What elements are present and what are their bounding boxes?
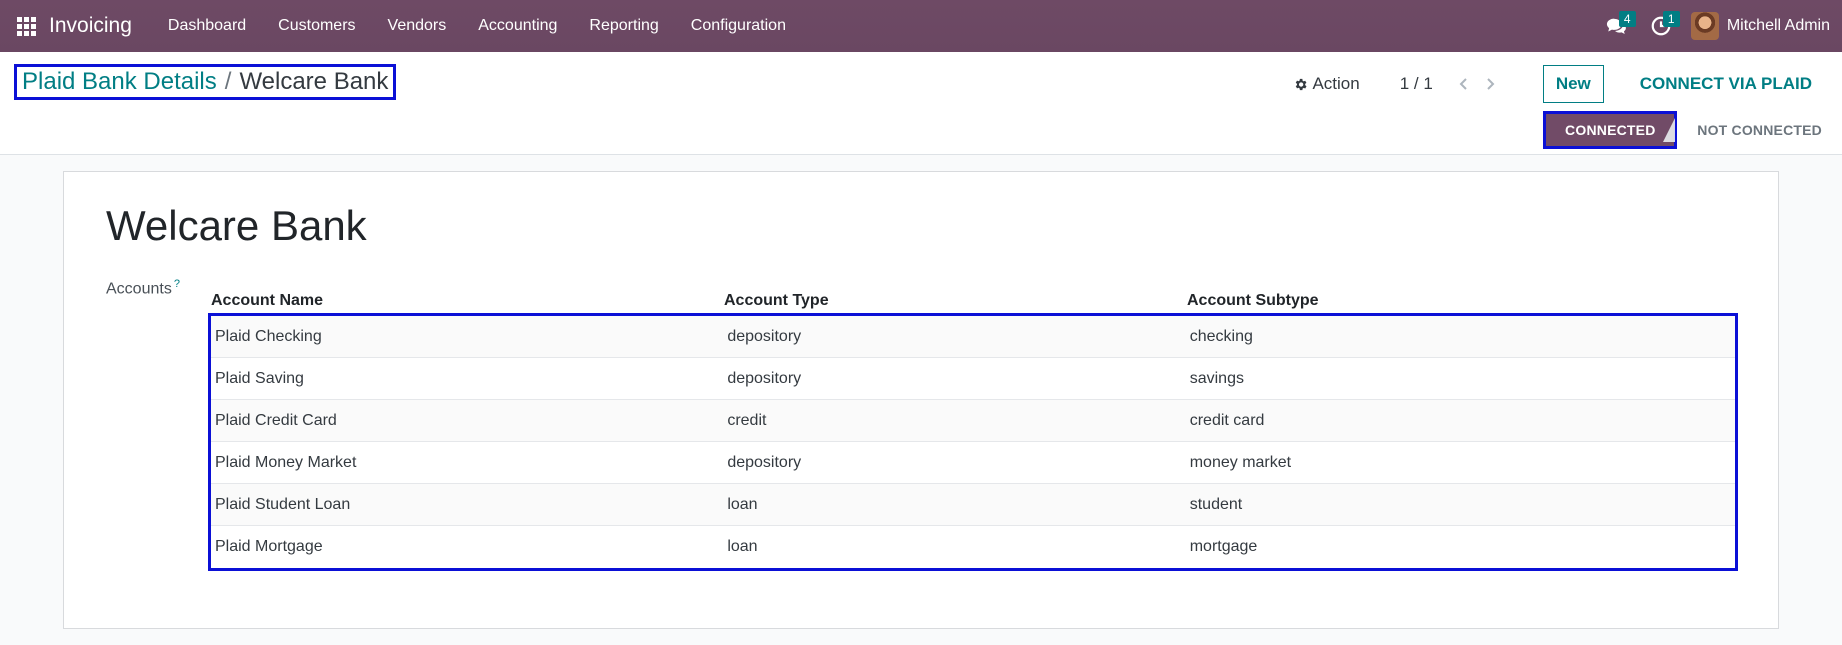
cell-account-subtype: checking: [1189, 327, 1253, 345]
cell-account-name: Plaid Checking: [215, 327, 322, 345]
menu-customers[interactable]: Customers: [262, 0, 371, 52]
cell-account-subtype: savings: [1189, 369, 1244, 387]
cell-account-name: Plaid Credit Card: [215, 411, 337, 429]
cell-account-subtype: mortgage: [1189, 538, 1258, 555]
cell-account-subtype: credit card: [1189, 411, 1265, 429]
chevron-right-icon[interactable]: [1483, 77, 1497, 91]
table-row[interactable]: Plaid Saving depository savings: [211, 358, 1735, 400]
cell-account-type: depository: [727, 369, 802, 387]
messages-count-badge: 4: [1618, 11, 1636, 27]
breadcrumb-parent-link[interactable]: Plaid Bank Details: [22, 68, 217, 96]
cell-account-type: loan: [727, 538, 758, 555]
breadcrumb: Plaid Bank Details / Welcare Bank: [14, 64, 397, 100]
status-connected[interactable]: CONNECTED: [1543, 111, 1678, 149]
top-navbar: Invoicing Dashboard Customers Vendors Ac…: [0, 0, 1842, 52]
cell-account-type: depository: [727, 327, 802, 345]
cell-account-name: Plaid Student Loan: [215, 495, 351, 513]
accounts-label: Accounts?: [106, 278, 180, 298]
column-account-subtype[interactable]: Account Subtype: [1183, 292, 1733, 310]
systray: 4 1 Mitchell Admin: [1595, 0, 1830, 52]
table-row[interactable]: Plaid Credit Card credit credit card: [211, 400, 1735, 442]
app-menu-icon[interactable]: [0, 0, 52, 52]
avatar[interactable]: [1690, 12, 1719, 40]
action-label: Action: [1312, 74, 1360, 93]
activities-button[interactable]: 1: [1639, 0, 1683, 52]
menu-reporting[interactable]: Reporting: [573, 0, 674, 52]
cell-account-type: credit: [727, 411, 767, 429]
column-account-type[interactable]: Account Type: [720, 292, 1183, 310]
table-row[interactable]: Plaid Student Loan loan student: [211, 484, 1735, 526]
breadcrumb-separator: /: [224, 68, 232, 95]
pager-value[interactable]: 1 / 1: [1400, 74, 1433, 94]
breadcrumb-current: Welcare Bank: [239, 68, 389, 95]
messages-button[interactable]: 4: [1595, 0, 1639, 52]
accounts-label-text: Accounts: [106, 280, 172, 298]
menu-accounting[interactable]: Accounting: [462, 0, 573, 52]
cell-account-subtype: money market: [1189, 453, 1292, 471]
record-title[interactable]: Welcare Bank: [106, 202, 367, 250]
cell-account-name: Plaid Money Market: [215, 453, 357, 471]
status-not-connected[interactable]: NOT CONNECTED: [1677, 111, 1842, 149]
cell-account-name: Plaid Saving: [215, 369, 304, 387]
cell-account-name: Plaid Mortgage: [215, 538, 323, 555]
menu-dashboard[interactable]: Dashboard: [152, 0, 262, 52]
form-sheet: Welcare Bank Accounts? Account Name Acco…: [63, 171, 1779, 629]
action-button[interactable]: Action: [1293, 74, 1360, 94]
activities-count-badge: 1: [1662, 11, 1680, 27]
pager: 1 / 1: [1400, 74, 1503, 94]
table-row[interactable]: Plaid Mortgage loan mortgage: [211, 526, 1735, 568]
help-icon[interactable]: ?: [174, 278, 180, 290]
cell-account-subtype: student: [1189, 495, 1243, 513]
status-bar: CONNECTED NOT CONNECTED: [1543, 108, 1842, 152]
app-name[interactable]: Invoicing: [49, 14, 132, 38]
gear-icon: [1296, 78, 1307, 90]
cell-account-type: depository: [727, 453, 802, 471]
table-row[interactable]: Plaid Checking depository checking: [211, 316, 1735, 358]
cell-account-type: loan: [727, 495, 758, 513]
chevron-left-icon[interactable]: [1457, 77, 1471, 91]
connect-via-plaid-button[interactable]: CONNECT VIA PLAID: [1624, 66, 1828, 102]
new-button[interactable]: New: [1542, 65, 1604, 103]
table-row[interactable]: Plaid Money Market depository money mark…: [211, 442, 1735, 484]
user-name[interactable]: Mitchell Admin: [1727, 17, 1830, 35]
control-actions: Action 1 / 1 New CONNECT VIA PLAID: [1293, 64, 1842, 104]
column-account-name[interactable]: Account Name: [207, 292, 720, 310]
control-panel: Plaid Bank Details / Welcare Bank Action…: [0, 52, 1842, 155]
accounts-table-body: Plaid Checking depository checking Plaid…: [208, 313, 1738, 571]
menu-vendors[interactable]: Vendors: [372, 0, 463, 52]
menu-configuration[interactable]: Configuration: [675, 0, 802, 52]
